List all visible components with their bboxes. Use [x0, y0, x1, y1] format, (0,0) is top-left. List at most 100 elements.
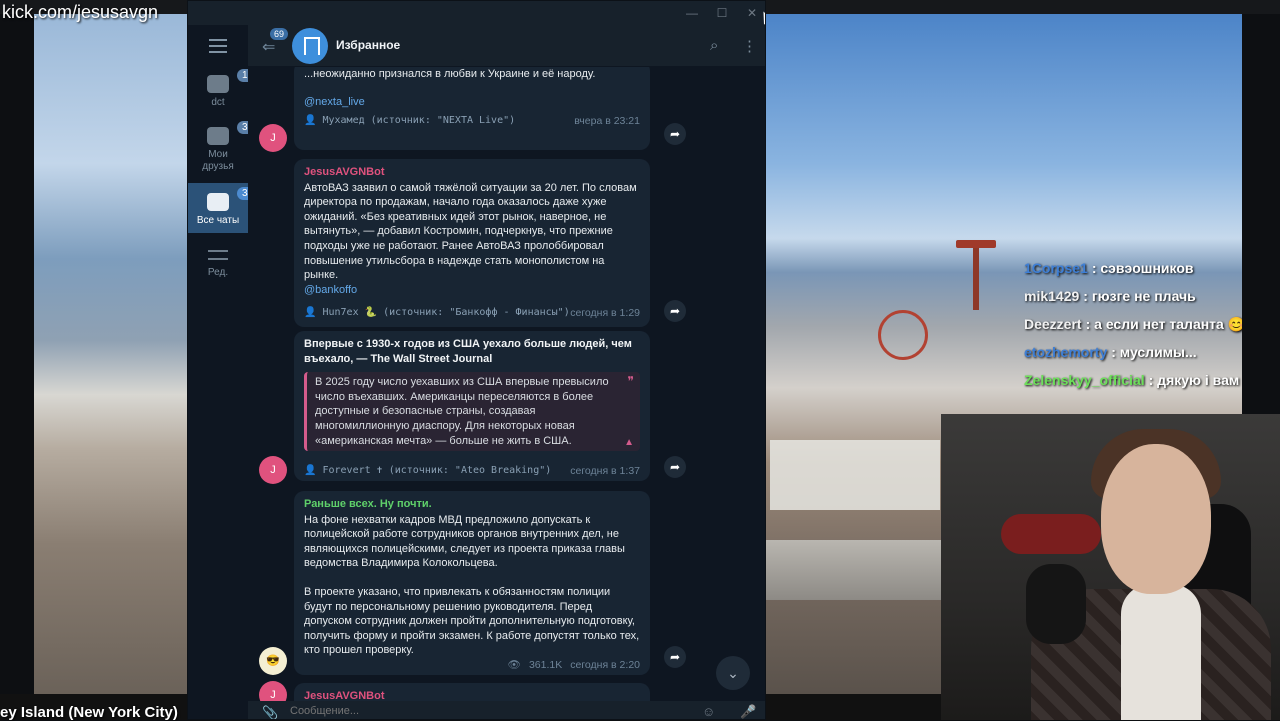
message-meta: 👤 Forevert ✝ (источник: "Ateo Breaking")… [304, 464, 640, 479]
message-sender[interactable]: JesusAVGNBot [304, 165, 640, 180]
window-titlebar[interactable]: — ☐ ✕ [188, 1, 765, 25]
share-icon[interactable]: ➦ [664, 123, 686, 145]
chat-message: Zelenskyy_official: дякую і вам [1018, 366, 1242, 394]
chat-text: : гюзге не плачь [1083, 288, 1196, 304]
message-composer: 📎 ☺ 🎤 [248, 701, 765, 719]
folder-label: Мои друзья [202, 149, 234, 172]
chat-text: : муслимы... [1111, 344, 1197, 360]
sliders-icon [208, 247, 228, 263]
stream-url: kick.com/jesusavgn [2, 2, 159, 22]
forward-source[interactable]: 👤 Hun7ex 🐍 (источник: "Банкофф - Финансы… [304, 306, 570, 321]
saved-messages-bookmark-icon[interactable] [292, 28, 328, 64]
share-icon[interactable]: ➦ [664, 456, 686, 478]
webcam-person-head [1101, 444, 1211, 594]
chat-nick: Deezzert [1024, 316, 1082, 332]
forward-source[interactable]: 👤 Forevert ✝ (источник: "Ateo Breaking") [304, 464, 551, 479]
message-meta: 👤 Hun7ex 🐍 (источник: "Банкофф - Финансы… [304, 306, 640, 321]
message-text: В проекте указано, что привлекать к обяз… [304, 585, 640, 657]
snow-field [770, 440, 940, 510]
menu-icon[interactable] [209, 39, 227, 53]
views-icon: 👁 [507, 658, 521, 671]
chat-message: mik1429: гюзге не плачь [1018, 282, 1242, 310]
webcam-microphone [1026, 564, 1086, 644]
ferris-wheel [878, 310, 928, 360]
message-input[interactable] [290, 705, 670, 717]
share-icon[interactable]: ➦ [664, 646, 686, 668]
collapse-quote-icon[interactable]: ▲ [624, 436, 634, 451]
message-text: ...неожиданно признался в любви к Украин… [304, 68, 596, 80]
chat-nick: 1Corpse1 [1024, 260, 1088, 276]
stream-chat-overlay: 1Corpse1: сэвэошников mik1429: гюзге не … [1018, 254, 1242, 414]
message-link[interactable]: @nexta_live [304, 95, 640, 110]
message-bubble[interactable]: JesusAVGNBot [294, 683, 650, 701]
chat-text: : сэвэошников [1091, 260, 1194, 276]
back-arrow-icon[interactable]: ⇐ [262, 37, 275, 57]
folder-my-friends[interactable]: 31 Мои друзья [188, 121, 259, 179]
message-text: АвтоВАЗ заявил о самой тяжёлой ситуации … [304, 181, 637, 282]
folder-edit[interactable]: Ред. [188, 247, 248, 287]
telegram-window: — ☐ ✕ 193 dct 31 Мои друзья 344 Все чаты… [187, 0, 766, 720]
parachute-tower [956, 240, 996, 310]
more-options-icon[interactable]: ⋮ [742, 37, 757, 55]
folder-sidebar: 193 dct 31 Мои друзья 344 Все чаты Ред. [188, 25, 264, 719]
folder-icon: 193 [207, 69, 264, 93]
message-bubble[interactable]: ...неожиданно признался в любви к Украин… [294, 67, 650, 150]
chat-title[interactable]: Избранное [336, 38, 400, 52]
chat-nick: mik1429 [1024, 288, 1080, 304]
channel-avatar[interactable]: 😎 [259, 647, 287, 675]
webcam-person-shirt [1121, 584, 1201, 720]
maximize-button[interactable]: ☐ [714, 5, 730, 21]
location-caption: ey Island (New York City) [0, 704, 178, 721]
webcam-background-object [1001, 514, 1101, 554]
chat-nick: Zelenskyy_official [1024, 372, 1145, 388]
message-time: вчера в 23:21 [574, 115, 640, 128]
chat-message: 1Corpse1: сэвэошников [1018, 254, 1242, 282]
message-time: сегодня в 1:37 [570, 465, 640, 478]
chat-header: ⇐ 69 Избранное ⌕ ⋮ [248, 25, 765, 67]
chat-text: : дякую і вам [1148, 372, 1240, 388]
chat-nick: etozhemorty [1024, 344, 1108, 360]
close-window-button[interactable]: ✕ [744, 5, 760, 21]
search-icon[interactable]: ⌕ [710, 37, 718, 54]
scroll-to-bottom-button[interactable]: ⌄ [716, 656, 750, 690]
share-icon[interactable]: ➦ [664, 300, 686, 322]
message-bubble[interactable]: Раньше всех. Ну почти. На фоне нехватки … [294, 491, 650, 675]
folder-label: Все чаты [196, 215, 240, 226]
chats-icon: 344 [207, 187, 264, 211]
message-sender[interactable]: JesusAVGNBot [304, 689, 640, 701]
folder-dct[interactable]: 193 dct [188, 69, 264, 119]
folder-icon: 31 [207, 121, 259, 145]
message-title: Впервые с 1930-х годов из США уехало бол… [304, 338, 632, 365]
quote-text: В 2025 году число уехавших из США впервы… [315, 376, 609, 447]
emoji-icon[interactable]: ☺ [702, 704, 715, 719]
paperclip-icon[interactable]: 📎 [262, 705, 278, 719]
message-meta: 👁 361.1K сегодня в 2:20 [304, 658, 640, 673]
chat-message: Deezzert: а если нет таланта 😊 [1018, 310, 1242, 338]
sender-avatar[interactable]: J [259, 681, 287, 701]
chat-text: : а если нет таланта 😊 [1085, 316, 1242, 332]
chat-message: etozhemorty: муслимы... [1018, 338, 1242, 366]
message-time: сегодня в 1:29 [570, 307, 640, 320]
quote-mark-icon: ❞ [627, 374, 634, 389]
message-link[interactable]: @bankoffo [304, 283, 640, 298]
folder-label: dct [211, 97, 225, 108]
back-unread-badge: 69 [270, 28, 289, 40]
folder-label: Ред. [207, 267, 229, 278]
message-sender[interactable]: Раньше всех. Ну почти. [304, 497, 640, 512]
message-bubble[interactable]: Впервые с 1930-х годов из США уехало бол… [294, 331, 650, 481]
subway-train [766, 540, 942, 600]
blockquote[interactable]: В 2025 году число уехавших из США впервы… [304, 372, 640, 452]
message-bubble[interactable]: JesusAVGNBot АвтоВАЗ заявил о самой тяжё… [294, 159, 650, 327]
microphone-icon[interactable]: 🎤 [740, 704, 756, 719]
view-count: 361.1K [528, 658, 563, 671]
sender-avatar[interactable]: J [259, 456, 287, 484]
folder-all-chats[interactable]: 344 Все чаты [188, 183, 264, 233]
minimize-button[interactable]: — [684, 5, 700, 21]
forward-source[interactable]: 👤 Мухамед (источник: "NEXTA Live") [304, 114, 515, 129]
message-text: На фоне нехватки кадров МВД предложило д… [304, 513, 625, 570]
message-meta: 👤 Мухамед (источник: "NEXTA Live") вчера… [304, 114, 640, 129]
webcam-feed [941, 414, 1280, 720]
message-time: сегодня в 2:20 [570, 658, 640, 671]
message-list[interactable]: ...неожиданно признался в любви к Украин… [248, 67, 765, 701]
sender-avatar[interactable]: J [259, 124, 287, 152]
